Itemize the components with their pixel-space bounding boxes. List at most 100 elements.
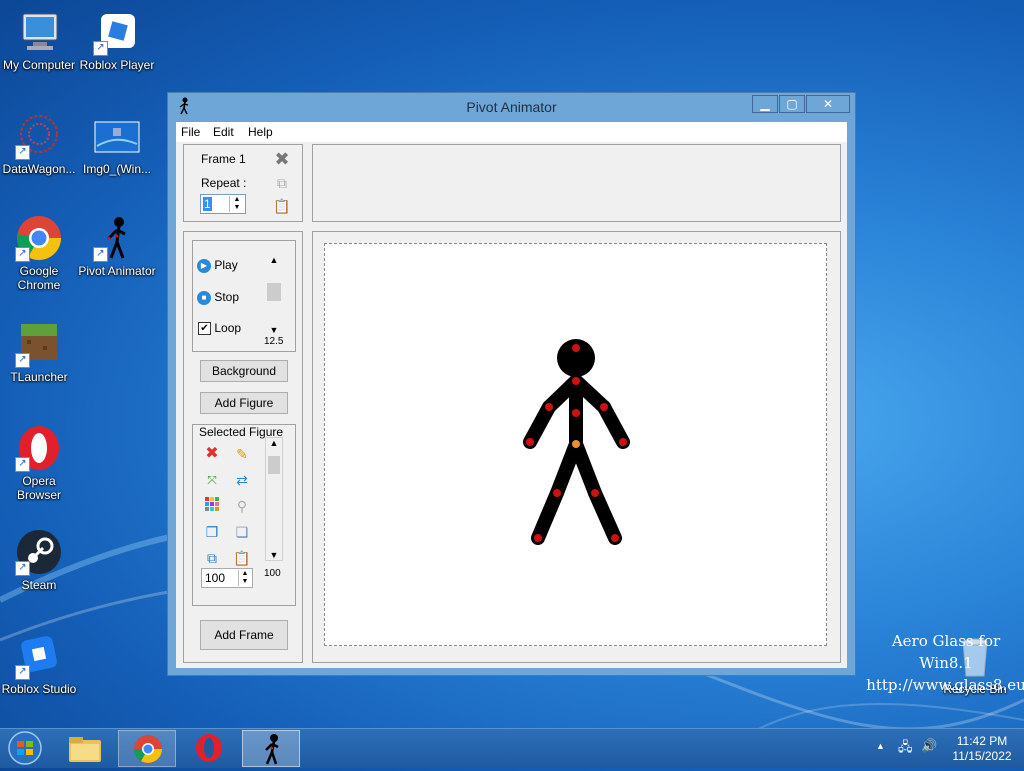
desktop-icon-opera[interactable]: ↗ Opera Browser [0, 424, 78, 502]
figure-size-slider-value: 100 [264, 568, 281, 579]
network-icon[interactable]: 🖧 [898, 738, 913, 760]
slider-thumb[interactable] [268, 456, 280, 474]
desktop-icon-label: Google Chrome [17, 264, 61, 292]
desktop-icon-google-chrome[interactable]: ↗ Google Chrome [0, 214, 78, 292]
chrome-icon [134, 735, 162, 763]
minecraft-grass-icon: ↗ [15, 320, 63, 368]
frame-timeline[interactable] [312, 144, 841, 222]
flip-figure-icon[interactable]: ⇄ [233, 471, 251, 489]
color-palette-icon[interactable] [203, 497, 221, 515]
desktop-icon-steam[interactable]: ↗ Steam [0, 528, 78, 592]
chevron-down-icon[interactable]: ▼ [266, 550, 282, 560]
menu-help[interactable]: Help [248, 125, 273, 139]
tray-overflow-icon[interactable]: ▲ [876, 741, 885, 751]
spin-buttons[interactable]: ▲ ▼ [238, 570, 251, 586]
close-icon: ✕ [822, 97, 834, 111]
animation-canvas[interactable] [324, 243, 827, 646]
maximize-button[interactable]: ▢ [779, 95, 805, 113]
delete-frame-icon[interactable]: ✖ [273, 150, 291, 168]
clock-time: 11:42 PM [956, 734, 1008, 748]
edit-pencil-icon[interactable]: ✎ [233, 445, 251, 463]
spin-buttons[interactable]: ▲ ▼ [229, 196, 244, 212]
shortcut-arrow-icon: ↗ [93, 41, 108, 56]
desktop-icon-roblox-player[interactable]: ↗ Roblox Player [78, 8, 156, 72]
desktop-icon-pivot-animator[interactable]: ↗ Pivot Animator [78, 214, 156, 278]
chevron-up-icon[interactable]: ▲ [266, 438, 282, 448]
repeat-value: 1 [203, 197, 212, 211]
shortcut-arrow-icon: ↗ [15, 665, 30, 680]
desktop-icon-label: DataWagon... [2, 162, 76, 176]
stop-button[interactable]: ■ Stop [197, 290, 239, 305]
menu-file[interactable]: File [181, 125, 200, 139]
roblox-studio-icon: ↗ [15, 632, 63, 680]
taskbar-opera[interactable] [180, 730, 238, 767]
minimize-button[interactable]: ▁ [752, 95, 778, 113]
desktop-icon-my-computer[interactable]: My Computer [0, 8, 78, 72]
copy-figure-icon[interactable]: ⧉ [203, 549, 221, 567]
figure-size-value: 100 [205, 571, 226, 585]
chevron-down-icon[interactable]: ▼ [265, 325, 283, 335]
title-bar[interactable]: Pivot Animator ▁ ▢ ✕ [168, 93, 855, 121]
watermark-line1: Aero Glass for Win8.1 [891, 632, 1001, 672]
desktop-icon-label: Img0_(Win... [82, 162, 151, 176]
speed-slider[interactable]: ▲ ▼ [265, 255, 283, 335]
taskbar-file-explorer[interactable] [56, 730, 114, 767]
loop-checkbox[interactable]: ✔ Loop [198, 321, 241, 336]
watermark-line2: http://www.glass8.eu [866, 676, 1024, 694]
add-frame-button[interactable]: Add Frame [200, 620, 288, 650]
repeat-spinbox[interactable]: 1 ▲ ▼ [200, 194, 246, 214]
shortcut-arrow-icon: ↗ [93, 247, 108, 262]
background-button[interactable]: Background [200, 360, 288, 382]
desktop-icon-label: TLauncher [10, 370, 68, 384]
send-back-icon[interactable]: ❏ [233, 523, 251, 541]
speed-value: 12.5 [264, 336, 284, 347]
desktop-icon-datawagon[interactable]: ↗ DataWagon... [0, 112, 78, 176]
desktop-icon-img0[interactable]: Img0_(Win... [78, 112, 156, 176]
taskbar-pivot-animator[interactable] [242, 730, 300, 767]
bring-front-icon[interactable]: ❐ [203, 523, 221, 541]
stop-label: Stop [214, 290, 240, 304]
frame-panel: Frame 1 Repeat : 1 ▲ ▼ ✖ ⧉ 📋 [183, 144, 303, 222]
chrome-icon: ↗ [15, 214, 63, 262]
desktop-icon-label: Steam [21, 578, 57, 592]
minimize-icon: ▁ [760, 97, 770, 111]
close-button[interactable]: ✕ [806, 95, 850, 113]
figure-size-spinbox[interactable]: 100 ▲ ▼ [201, 568, 253, 588]
desktop-icon-tlauncher[interactable]: ↗ TLauncher [0, 320, 78, 384]
desktop-icon-label: Roblox Player [79, 58, 155, 72]
figure-origin-joint[interactable] [572, 440, 580, 448]
desktop-icon-label: Opera Browser [16, 474, 61, 502]
shortcut-arrow-icon: ↗ [15, 353, 30, 368]
image-file-icon [93, 112, 141, 160]
chevron-up-icon[interactable]: ▲ [265, 255, 283, 265]
frame-label: Frame 1 [201, 152, 246, 166]
checkbox-checked-icon: ✔ [198, 322, 211, 336]
stop-icon: ■ [197, 290, 211, 305]
figure-size-slider[interactable]: ▲ ▼ [265, 437, 283, 561]
copy-frame-icon[interactable]: ⧉ [273, 174, 291, 192]
paste-frame-icon[interactable]: 📋 [273, 197, 291, 215]
start-button[interactable] [6, 730, 44, 766]
repeat-label: Repeat : [201, 176, 247, 190]
slider-thumb[interactable] [267, 283, 281, 301]
menu-edit[interactable]: Edit [213, 125, 234, 139]
taskbar-google-chrome[interactable] [118, 730, 176, 767]
clock[interactable]: 11:42 PM 11/15/2022 [944, 734, 1020, 764]
play-label: Play [214, 258, 238, 272]
pivot-animator-window: Pivot Animator ▁ ▢ ✕ File Edit Help Fram… [167, 92, 856, 676]
paste-figure-icon[interactable]: 📋 [233, 549, 251, 567]
joint-tool-icon[interactable]: ⚲ [233, 497, 251, 515]
play-button[interactable]: ▶ Play [197, 258, 238, 273]
pivot-stickman-icon: ↗ [93, 214, 141, 262]
roblox-icon: ↗ [93, 8, 141, 56]
center-figure-icon[interactable]: ⤧ [203, 471, 221, 489]
add-figure-button[interactable]: Add Figure [200, 392, 288, 414]
stick-figure[interactable] [325, 244, 828, 647]
volume-icon[interactable]: 🔊 [921, 738, 937, 754]
shortcut-arrow-icon: ↗ [15, 247, 30, 262]
opera-icon: ↗ [15, 424, 63, 472]
menu-bar: File Edit Help [176, 122, 847, 142]
delete-figure-icon[interactable]: ✖ [203, 445, 221, 463]
maximize-icon: ▢ [786, 97, 798, 111]
desktop-icon-roblox-studio[interactable]: ↗ Roblox Studio [0, 632, 78, 696]
